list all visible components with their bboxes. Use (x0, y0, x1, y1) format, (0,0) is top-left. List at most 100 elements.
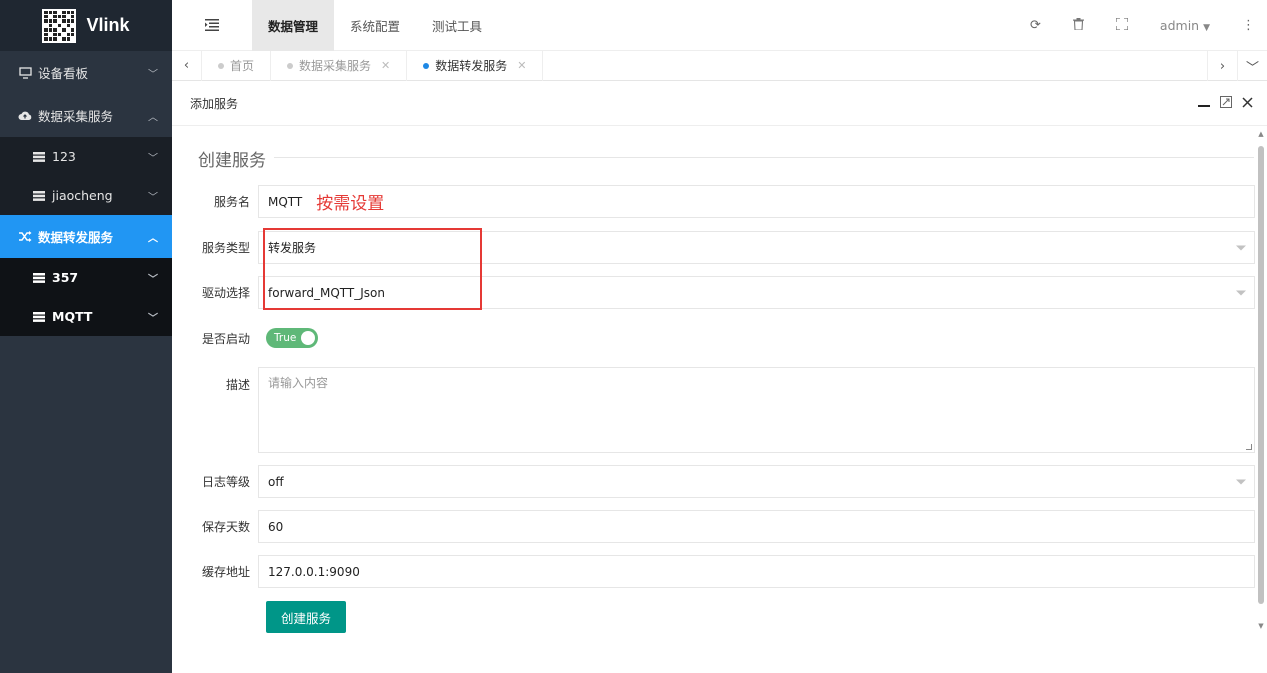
sidebar-item-device-board[interactable]: 设备看板 ﹀ (0, 51, 172, 94)
username: admin (1159, 18, 1200, 33)
user-menu[interactable]: admin ▼ (1160, 18, 1210, 33)
refresh-icon[interactable]: ⟳ (1030, 18, 1041, 33)
sidebar-item-123[interactable]: 123 ﹀ (0, 137, 172, 176)
tab-bar-controls: › ﹀ (1207, 51, 1267, 81)
field-label: 描述 (225, 378, 250, 392)
scroll-up-icon[interactable]: ▲ (1257, 130, 1265, 138)
enabled-toggle[interactable]: True (266, 328, 318, 348)
submenu-data-collection: 123 ﹀ jiaocheng ﹀ (0, 137, 172, 215)
tab-dot-icon (287, 62, 294, 69)
chevron-down-icon[interactable]: ﹀ (1237, 51, 1267, 81)
close-icon[interactable] (1242, 96, 1253, 112)
chevron-down-icon: ﹀ (148, 69, 158, 80)
caret-down-icon (1236, 245, 1246, 250)
trash-icon[interactable] (1072, 17, 1084, 34)
row-retention: 保存天数 60 (184, 510, 1255, 543)
caret-down-icon (1236, 479, 1246, 484)
page-tab-data-forwarding[interactable]: 数据转发服务 ✕ (407, 50, 544, 81)
server-icon (32, 272, 46, 283)
shuffle-icon (18, 231, 32, 242)
qr-logo-icon (42, 8, 77, 43)
server-icon (32, 190, 46, 201)
minimize-icon[interactable] (1198, 96, 1210, 112)
row-enabled: 是否启动 True (184, 328, 1255, 348)
scrollbar-thumb[interactable] (1258, 146, 1264, 604)
retention-days-input[interactable]: 60 (258, 510, 1255, 543)
cache-value: 127.0.0.1:9090 (268, 564, 360, 579)
retention-value: 60 (268, 519, 284, 534)
field-label: 日志等级 (201, 475, 250, 489)
panel-header: 添加服务 (172, 81, 1267, 126)
top-tab-data-management[interactable]: 数据管理 (252, 0, 335, 51)
top-tab-system-config[interactable]: 系统配置 (334, 0, 416, 51)
top-header: 数据管理 系统配置 测试工具 ⟳ admin ▼ ⋮ (172, 0, 1267, 51)
close-icon[interactable]: ✕ (381, 59, 390, 72)
field-label: 缓存地址 (201, 565, 250, 579)
page-tab-bar: ‹ 首页 数据采集服务 ✕ 数据转发服务 ✕ › ﹀ (172, 50, 1267, 81)
monitor-icon (18, 66, 32, 79)
server-icon (32, 151, 46, 162)
panel-title: 添加服务 (190, 96, 239, 111)
app-name: Vlink (86, 15, 130, 35)
logo[interactable]: Vlink (0, 0, 172, 51)
sidebar-item-label: 数据转发服务 (38, 230, 114, 245)
more-vertical-icon[interactable]: ⋮ (1242, 18, 1255, 33)
row-log-level: 日志等级 off (184, 465, 1255, 498)
page-tab-home[interactable]: 首页 (202, 50, 272, 81)
header-actions: ⟳ admin ▼ ⋮ (1030, 0, 1255, 51)
panel-controls (1198, 81, 1253, 126)
driver-select[interactable]: forward_MQTT_Json (258, 276, 1255, 309)
sidebar-item-jiaocheng[interactable]: jiaocheng ﹀ (0, 176, 172, 215)
field-label: 服务名 (213, 195, 250, 209)
field-label: 服务类型 (201, 241, 250, 255)
tabs-scroll-right-icon[interactable]: › (1207, 51, 1237, 81)
page-tab-data-collection[interactable]: 数据采集服务 ✕ (271, 50, 408, 81)
annotation-note: 按需设置 (316, 194, 385, 214)
sidebar-item-label: 数据采集服务 (38, 109, 114, 124)
service-name-input[interactable]: MQTT 按需设置 (258, 185, 1255, 218)
close-icon[interactable]: ✕ (517, 59, 526, 72)
sidebar-item-label: 357 (52, 270, 79, 285)
page-tab-label: 首页 (230, 59, 255, 73)
description-placeholder: 请输入内容 (268, 376, 329, 390)
resize-handle-icon[interactable] (1246, 444, 1252, 450)
chevron-down-icon: ﹀ (148, 192, 158, 203)
sidebar-item-label: MQTT (52, 309, 93, 324)
service-type-value: 转发服务 (268, 241, 317, 255)
description-textarea[interactable]: 请输入内容 (258, 367, 1255, 453)
sidebar-item-data-forwarding[interactable]: 数据转发服务 ︿ (0, 215, 172, 258)
menu-toggle-icon[interactable] (172, 0, 252, 51)
service-type-select[interactable]: 转发服务 (258, 231, 1255, 264)
content-scrollbar[interactable]: ▲ ▼ (1257, 130, 1265, 630)
row-cache: 缓存地址 127.0.0.1:9090 (184, 555, 1255, 588)
tabs-scroll-left-icon[interactable]: ‹ (172, 50, 202, 81)
log-level-select[interactable]: off (258, 465, 1255, 498)
scroll-down-icon[interactable]: ▼ (1257, 622, 1265, 630)
submenu-data-forwarding: 357 ﹀ MQTT ﹀ (0, 258, 172, 336)
server-icon (32, 311, 46, 322)
caret-down-icon (1236, 290, 1246, 295)
field-label: 驱动选择 (201, 286, 250, 300)
row-description: 描述 请输入内容 (184, 367, 1255, 453)
sidebar: Vlink 设备看板 ﹀ 数据采集服务 ︿ 123 ﹀ jiaocheng ﹀ (0, 0, 172, 673)
field-label: 保存天数 (201, 520, 250, 534)
log-level-value: off (268, 474, 284, 489)
chevron-up-icon: ︿ (148, 233, 158, 244)
sidebar-item-mqtt[interactable]: MQTT ﹀ (0, 297, 172, 336)
cloud-icon (18, 110, 32, 121)
sidebar-item-357[interactable]: 357 ﹀ (0, 258, 172, 297)
driver-value: forward_MQTT_Json (268, 285, 385, 300)
page-tab-label: 数据转发服务 (435, 59, 508, 73)
maximize-icon[interactable] (1220, 95, 1232, 112)
cache-address-input[interactable]: 127.0.0.1:9090 (258, 555, 1255, 588)
row-service-type: 服务类型 转发服务 (184, 231, 1255, 264)
fullscreen-icon[interactable] (1115, 16, 1129, 34)
row-driver: 驱动选择 forward_MQTT_Json (184, 276, 1255, 309)
page-tab-label: 数据采集服务 (299, 59, 372, 73)
sidebar-item-data-collection[interactable]: 数据采集服务 ︿ (0, 94, 172, 137)
field-label: 是否启动 (201, 331, 250, 346)
create-service-button[interactable]: 创建服务 (266, 601, 346, 633)
top-tab-test-tools[interactable]: 测试工具 (416, 0, 498, 51)
caret-down-icon: ▼ (1203, 23, 1210, 33)
chevron-up-icon: ︿ (148, 112, 158, 123)
